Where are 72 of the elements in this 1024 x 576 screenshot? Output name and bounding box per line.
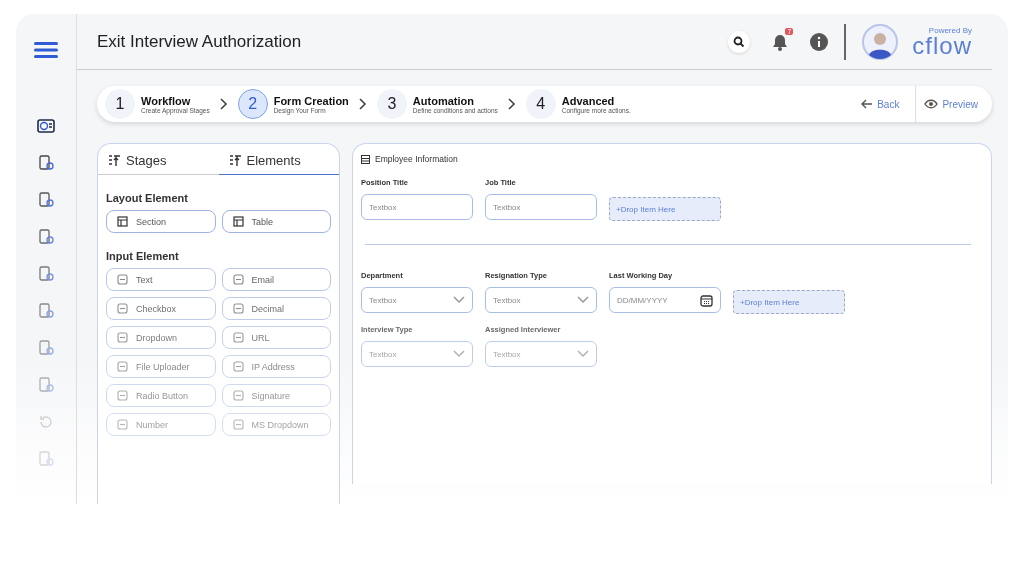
field-icon: [117, 303, 128, 314]
table-icon: [117, 216, 128, 227]
chevron-down-icon: [453, 296, 465, 304]
field-icon: [232, 419, 244, 430]
panel-tab[interactable]: Elements: [218, 144, 339, 175]
nav-icon[interactable]: [37, 154, 55, 172]
info-icon[interactable]: [810, 32, 829, 51]
field-icon: [232, 274, 244, 285]
dropdown-field[interactable]: Textbox: [485, 287, 597, 313]
element-button[interactable]: Email: [221, 268, 331, 291]
nav-icon[interactable]: [37, 302, 55, 320]
element-button[interactable]: MS Dropdown: [221, 413, 331, 436]
element-button[interactable]: Signature: [221, 384, 331, 407]
table-icon: [232, 216, 244, 227]
element-button[interactable]: Number: [106, 413, 216, 436]
chevron-down-icon: [577, 296, 589, 304]
back-button[interactable]: Back: [855, 98, 906, 110]
date-field[interactable]: DD/MM/YYYY: [609, 287, 721, 313]
nav-icon[interactable]: [37, 339, 55, 357]
element-button[interactable]: Section: [106, 210, 216, 233]
field-icon: [117, 361, 128, 372]
page-title: Exit Interview Authorization: [97, 31, 303, 52]
arrow-left-icon: [861, 99, 874, 109]
element-button[interactable]: Decimal: [221, 297, 331, 320]
field-icon: [232, 361, 244, 372]
section-heading: Input Element: [106, 250, 180, 262]
element-button[interactable]: IP Address: [221, 355, 331, 378]
element-button[interactable]: Radio Button: [106, 384, 216, 407]
chevron-icon: [507, 98, 516, 110]
menu-icon[interactable]: [34, 41, 58, 59]
section-icon: [361, 154, 370, 164]
preview-button[interactable]: Preview: [915, 86, 992, 122]
bell-icon[interactable]: [772, 32, 789, 51]
nav-icon[interactable]: [37, 191, 55, 209]
dashboard-icon[interactable]: [37, 117, 55, 135]
element-button[interactable]: Text: [106, 268, 216, 291]
field-icon: [117, 390, 128, 401]
calendar-icon: [700, 293, 713, 307]
tab-icon: [228, 154, 242, 167]
element-button[interactable]: Checkbox: [106, 297, 216, 320]
field-icon: [117, 332, 128, 343]
element-button[interactable]: Table: [221, 210, 331, 233]
drop-zone[interactable]: +Drop Item Here: [609, 197, 721, 221]
chevron-icon: [219, 98, 228, 110]
field-icon: [232, 303, 244, 314]
avatar[interactable]: [862, 23, 899, 60]
nav-icon[interactable]: [37, 265, 55, 283]
section-heading: Layout Element: [106, 192, 189, 204]
field-icon: [232, 332, 244, 343]
field-icon: [232, 390, 244, 401]
input-field[interactable]: Textbox: [485, 194, 597, 220]
eye-icon: [924, 99, 939, 109]
chevron-down-icon: [577, 350, 589, 358]
nav-icon[interactable]: [37, 228, 55, 246]
field-icon: [117, 274, 128, 285]
drop-zone[interactable]: +Drop Item Here: [733, 290, 845, 314]
dropdown-field[interactable]: Textbox: [485, 341, 597, 367]
input-field[interactable]: Textbox: [361, 194, 473, 220]
dropdown-field[interactable]: Textbox: [361, 341, 473, 367]
logo-text: cflow: [912, 35, 972, 57]
element-button[interactable]: Dropdown: [106, 326, 216, 349]
tab-icon: [108, 154, 121, 167]
panel-tab[interactable]: Stages: [98, 144, 219, 174]
search-icon[interactable]: [728, 30, 751, 53]
chevron-icon: [358, 98, 367, 110]
section-title: Employee Information: [375, 154, 458, 164]
field-icon: [117, 419, 128, 430]
powered-by-text: Powered By: [928, 26, 972, 35]
dropdown-field[interactable]: Textbox: [361, 287, 473, 313]
element-button[interactable]: URL: [221, 326, 331, 349]
chevron-down-icon: [453, 350, 465, 358]
element-button[interactable]: File Uploader: [106, 355, 216, 378]
